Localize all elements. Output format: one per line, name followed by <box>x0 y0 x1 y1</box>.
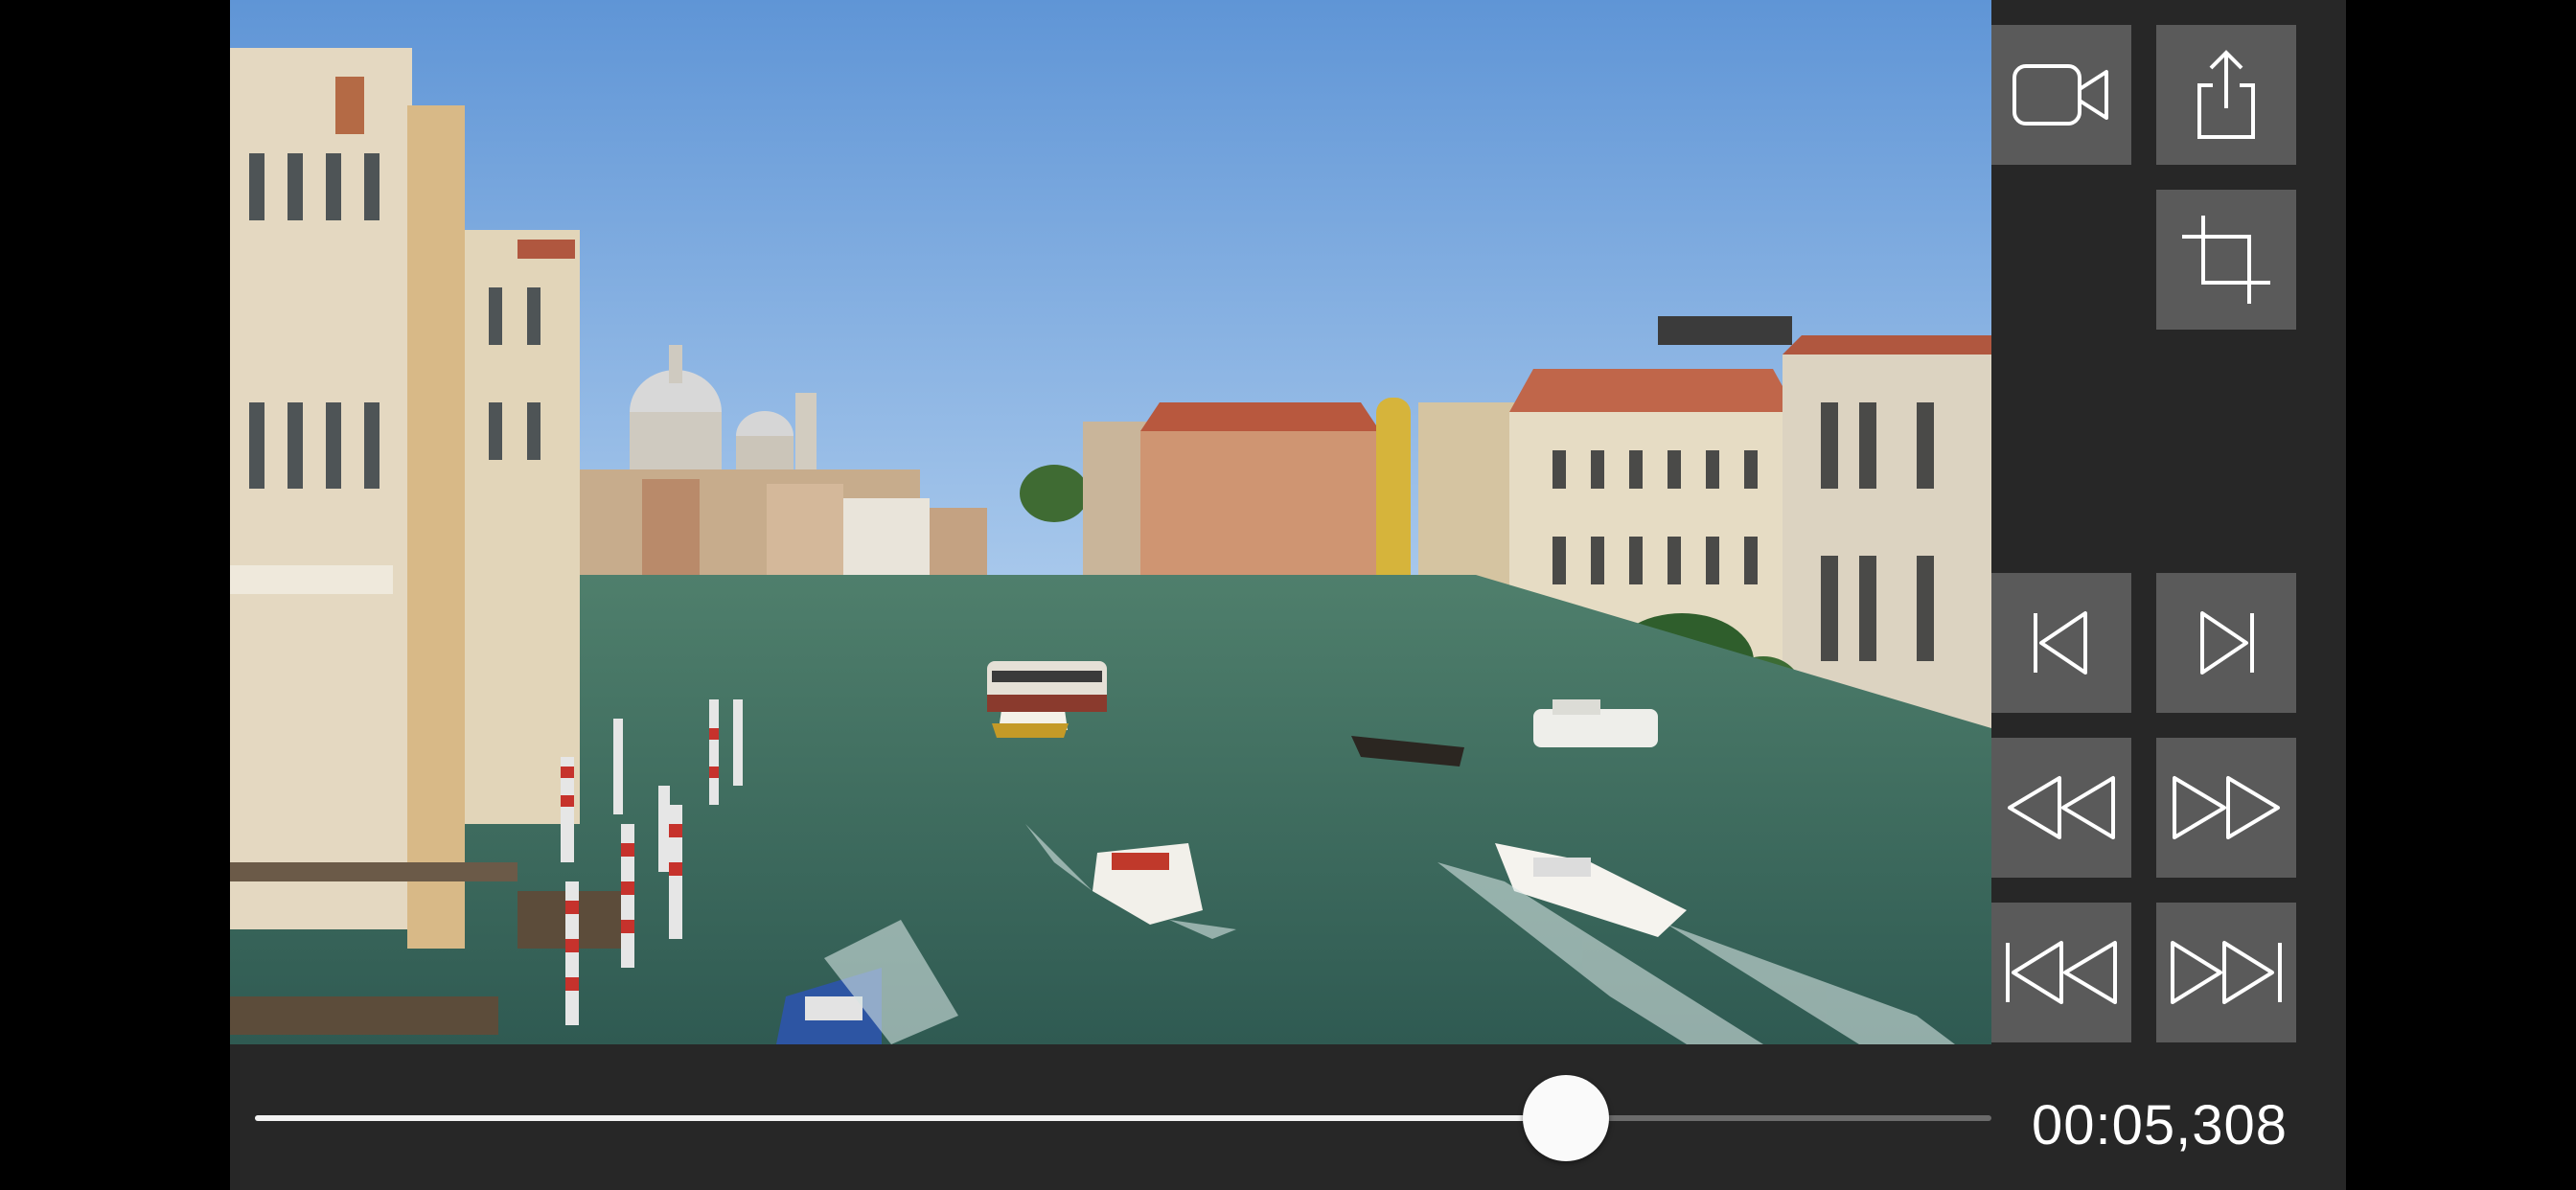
next-frame-button[interactable] <box>2156 573 2296 713</box>
video-preview-image <box>230 0 1991 1044</box>
crop-icon <box>2182 216 2270 304</box>
record-video-button[interactable] <box>1991 25 2131 165</box>
video-editor-app: 00:05,308 <box>230 0 2346 1190</box>
control-panel <box>1991 0 2346 1044</box>
previous-frame-button[interactable] <box>1991 573 2131 713</box>
current-time-label: 00:05,308 <box>2032 1094 2288 1156</box>
rewind-icon <box>2008 776 2115 839</box>
crop-button[interactable] <box>2156 190 2296 330</box>
fast-forward-icon <box>2173 776 2280 839</box>
scrubber-progress <box>255 1115 1567 1121</box>
share-icon <box>2197 50 2255 139</box>
skip-to-end-icon <box>2171 941 2282 1004</box>
rewind-button[interactable] <box>1991 738 2131 878</box>
skip-to-end-button[interactable] <box>2156 903 2296 1042</box>
step-forward-icon <box>2200 611 2254 675</box>
scrubber-thumb[interactable] <box>1523 1075 1610 1161</box>
playback-bar: 00:05,308 <box>230 1044 2346 1190</box>
fast-forward-button[interactable] <box>2156 738 2296 878</box>
skip-to-start-icon <box>2006 941 2117 1004</box>
video-camera-icon <box>2012 64 2108 126</box>
video-frame[interactable] <box>230 0 1991 1044</box>
share-button[interactable] <box>2156 25 2296 165</box>
skip-to-start-button[interactable] <box>1991 903 2131 1042</box>
step-backward-icon <box>2034 611 2087 675</box>
